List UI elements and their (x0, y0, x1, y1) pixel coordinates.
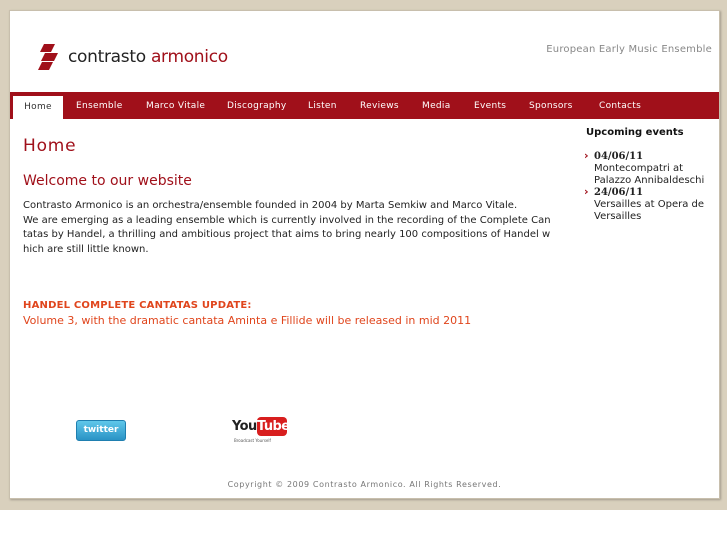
logo-text-part2: armonico (150, 47, 228, 67)
footer-copyright: Copyright © 2009 Contrasto Armonico. All… (227, 480, 502, 489)
logo-text: contrasto armonico (68, 47, 228, 67)
youtube-logo-tube: Tube (257, 417, 290, 436)
twitter-button[interactable]: twitter (76, 420, 126, 441)
chevron-right-icon: › (584, 185, 589, 198)
page-frame: contrasto armonico European Early Music … (9, 10, 720, 499)
nav-ensemble[interactable]: Ensemble (76, 92, 123, 119)
update-title: HANDEL COMPLETE CANTATAS UPDATE: (23, 300, 252, 311)
nav-events[interactable]: Events (474, 92, 506, 119)
nav-home[interactable]: Home (13, 96, 63, 119)
logo-mark-icon (38, 44, 58, 70)
event-item[interactable]: › 04/06/11 Montecompatri at Palazzo Anni… (584, 149, 711, 187)
main-nav: Home Ensemble Marco Vitale Discography L… (10, 92, 719, 119)
nav-listen[interactable]: Listen (308, 92, 337, 119)
page-title: Home (23, 136, 77, 156)
intro-line-1: Contrasto Armonico is an orchestra/ensem… (23, 200, 518, 211)
intro-line-2: We are emerging as a leading ensemble wh… (23, 214, 551, 255)
logo-text-part1: contrasto (68, 47, 146, 67)
welcome-heading: Welcome to our website (23, 173, 192, 189)
page-bottom-band (0, 510, 727, 545)
site-tagline: European Early Music Ensemble (546, 44, 712, 55)
youtube-logo-you: You (232, 419, 257, 434)
youtube-slogan: Broadcast Yourself (234, 438, 271, 443)
youtube-button[interactable]: You Tube Broadcast Yourself (232, 416, 290, 446)
update-text: Volume 3, with the dramatic cantata Amin… (23, 314, 472, 327)
nav-reviews[interactable]: Reviews (360, 92, 399, 119)
upcoming-events-heading: Upcoming events (586, 127, 684, 138)
event-place: Montecompatri at Palazzo Annibaldeschi (594, 163, 705, 186)
nav-discography[interactable]: Discography (227, 92, 287, 119)
event-place: Versailles at Opera de Versailles (594, 199, 705, 222)
nav-marco-vitale[interactable]: Marco Vitale (146, 92, 205, 119)
chevron-right-icon: › (584, 149, 589, 162)
event-item[interactable]: › 24/06/11 Versailles at Opera de Versai… (584, 185, 711, 223)
intro-text: Contrasto Armonico is an orchestra/ensem… (23, 199, 553, 257)
nav-media[interactable]: Media (422, 92, 451, 119)
nav-sponsors[interactable]: Sponsors (529, 92, 573, 119)
site-logo[interactable]: contrasto armonico (38, 37, 228, 77)
upcoming-events-sidebar: Upcoming events › 04/06/11 Montecompatri… (584, 127, 711, 223)
event-date: 04/06/11 (594, 151, 644, 162)
nav-contacts[interactable]: Contacts (599, 92, 641, 119)
event-date: 24/06/11 (594, 187, 644, 198)
